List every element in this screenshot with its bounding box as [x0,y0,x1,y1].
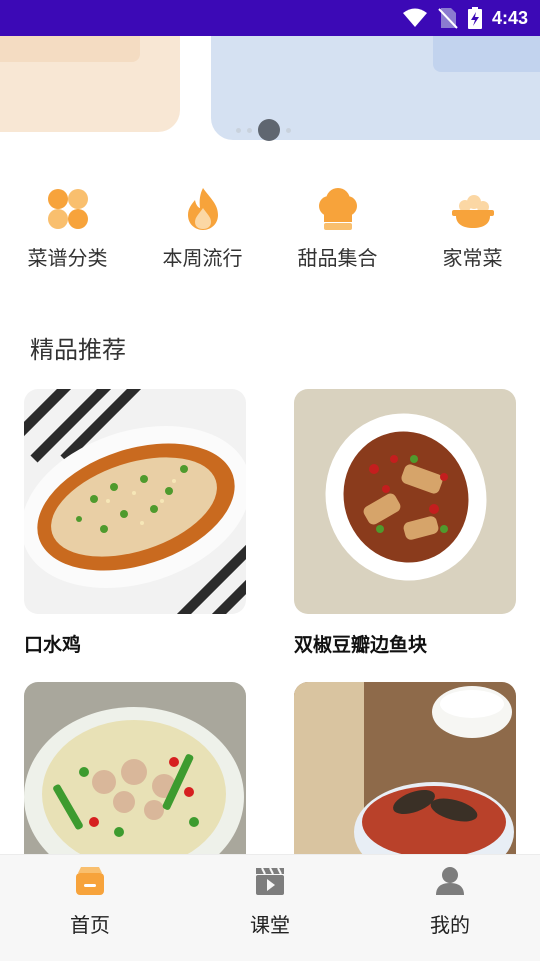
video-clapper-icon [256,867,284,895]
food-bowl-icon [451,195,494,228]
recipe-name[interactable]: 双椒豆瓣边鱼块 [294,630,516,657]
category-recipe-types[interactable]: 菜谱分类 [0,186,135,276]
banner-carousel[interactable] [0,36,540,150]
carousel-dot [286,127,291,133]
carousel-dot [236,127,241,133]
flame-icon [187,188,218,230]
recipe-photo[interactable] [294,389,516,614]
category-label: 本周流行 [162,246,243,270]
user-icon [436,867,464,895]
category-label: 家常菜 [442,246,503,270]
recipe-card[interactable]: 双椒豆瓣边鱼块 [294,389,516,657]
category-weekly-popular[interactable]: 本周流行 [135,186,270,276]
category-desserts[interactable]: 甜品集合 [270,186,405,276]
tab-profile[interactable]: 我的 [360,855,540,961]
section-title: 精品推荐 [30,336,126,364]
category-label: 菜谱分类 [27,246,108,270]
recipe-name[interactable]: 口水鸡 [24,630,246,657]
tab-label: 首页 [70,913,110,937]
carousel-dot-active [258,119,280,141]
no-sim-icon [438,8,458,29]
category-label: 甜品集合 [297,246,378,270]
status-time: 4:43 [491,7,528,28]
battery-charging-icon [467,7,482,29]
status-bar: 4:43 [0,0,540,36]
recipe-card[interactable]: 口水鸡 [24,389,246,657]
tab-home[interactable]: 首页 [0,855,180,961]
bottom-tab-bar: 首页 课堂 我的 [0,854,540,961]
carousel-dot [247,127,252,133]
four-petal-icon [47,189,88,229]
wifi-icon [402,8,427,27]
tab-label: 我的 [430,913,470,937]
category-home-cooking[interactable]: 家常菜 [405,186,540,276]
status-icons: 4:43 [402,0,528,36]
carousel-indicator [236,119,291,141]
chef-hat-icon [318,188,357,230]
home-box-icon [76,867,104,895]
category-grid: 菜谱分类 本周流行 甜品集合 家常菜 [0,186,540,276]
tab-label: 课堂 [250,913,290,937]
recipe-photo[interactable] [24,389,246,614]
tab-classroom[interactable]: 课堂 [180,855,360,961]
banner-card-previous[interactable] [0,36,180,132]
